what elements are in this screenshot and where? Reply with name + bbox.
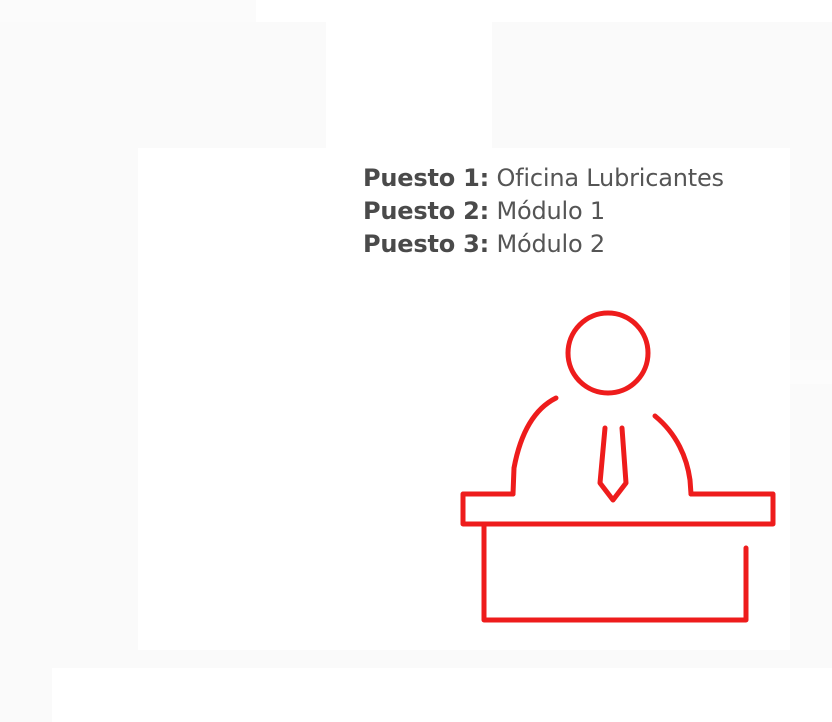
background-panel [0, 0, 256, 22]
position-item: Puesto 2: Módulo 1 [363, 195, 724, 228]
position-label: Puesto 3: [363, 230, 490, 258]
positions-card: Puesto 1: Oficina Lubricantes Puesto 2: … [138, 148, 790, 650]
background-panel [256, 0, 832, 22]
background-panel [790, 360, 832, 384]
positions-list: Puesto 1: Oficina Lubricantes Puesto 2: … [363, 162, 724, 261]
position-item: Puesto 3: Módulo 2 [363, 228, 724, 261]
head-shape [565, 310, 651, 396]
left-shoulder-shape [510, 395, 559, 497]
position-label: Puesto 2: [363, 197, 490, 225]
tie-shape [597, 425, 629, 503]
position-value: Módulo 1 [489, 197, 605, 225]
person-at-desk-icon [460, 310, 776, 623]
desk-body-shape [481, 521, 749, 623]
position-value: Módulo 2 [489, 230, 605, 258]
position-value: Oficina Lubricantes [489, 164, 724, 192]
background-panel [326, 22, 492, 148]
desk-top-shape [460, 491, 776, 527]
position-item: Puesto 1: Oficina Lubricantes [363, 162, 724, 195]
position-label: Puesto 1: [363, 164, 490, 192]
right-shoulder-shape [652, 413, 694, 497]
background-panel [52, 668, 832, 722]
